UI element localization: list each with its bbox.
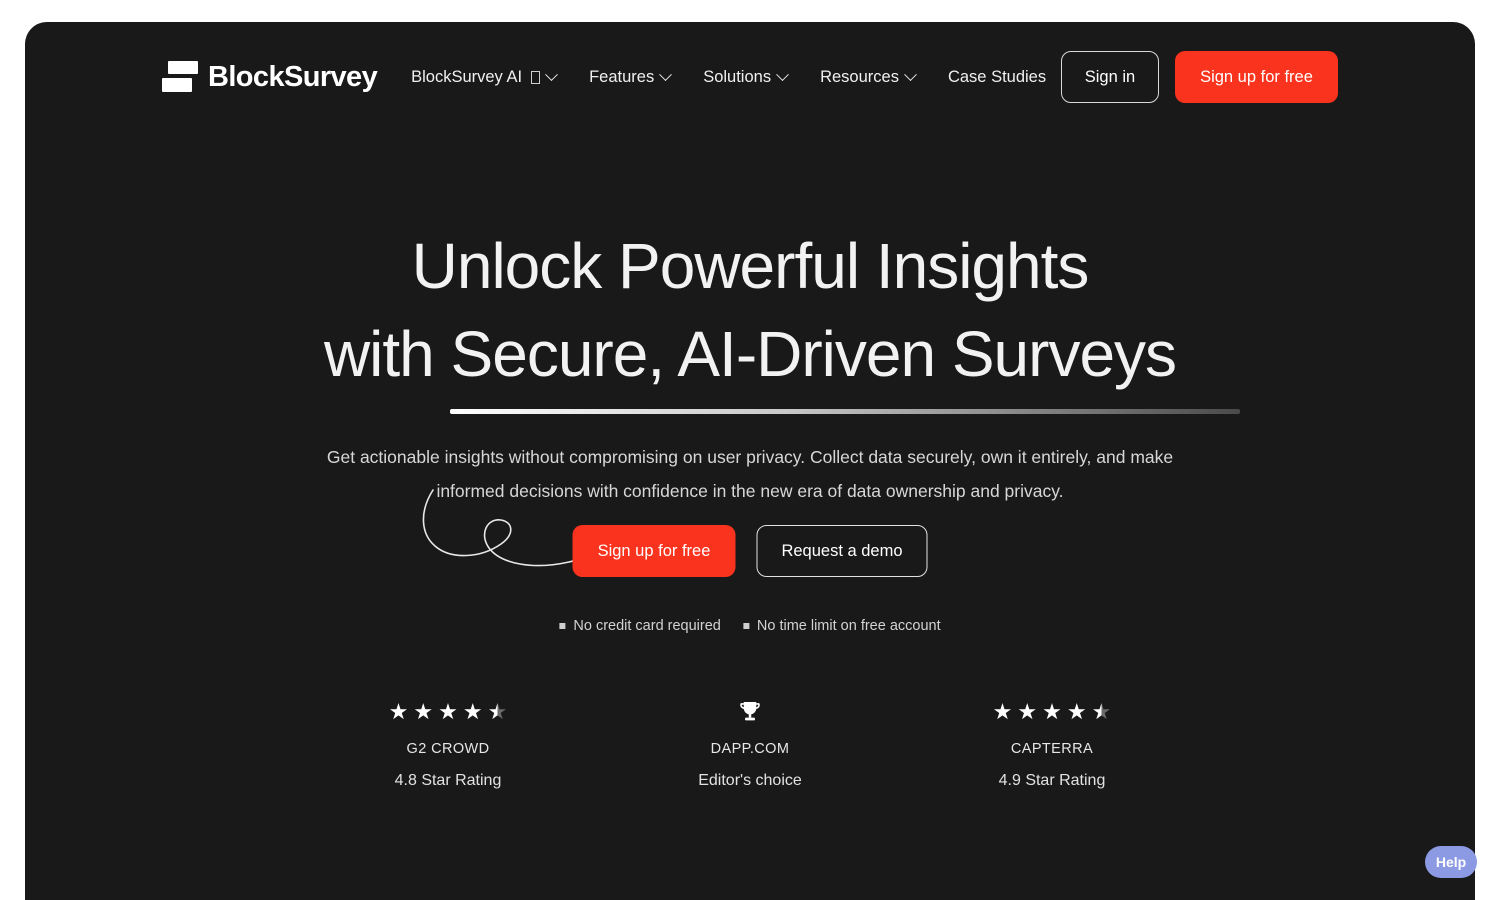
nav-item-blocksurvey-ai[interactable]: BlockSurvey AI	[411, 67, 558, 87]
rating-source-name: DAPP.COM	[710, 741, 790, 757]
sign-in-button[interactable]: Sign in	[1061, 51, 1159, 103]
headline-line-2-prefix: with	[323, 318, 451, 390]
rating-detail: 4.9 Star Rating	[998, 772, 1106, 789]
hero-feature-list: No credit card required No time limit on…	[559, 618, 941, 634]
page-root: BlockSurvey BlockSurvey AI Features Solu…	[0, 0, 1500, 900]
star-icon: ★	[462, 699, 483, 724]
rating-source-name: G2 CROWD	[406, 741, 490, 757]
rating-card-capterra: ★ ★ ★ ★ ★ CAPTERRA 4.9 Star Rating	[952, 697, 1152, 790]
page-title: Unlock Powerful Insights with Secure, AI…	[25, 222, 1475, 414]
feature-no-credit-card: No credit card required	[559, 618, 721, 634]
ratings-row: ★ ★ ★ ★ ★ G2 CROWD 4.8 Star Rating DAPP.…	[348, 697, 1152, 790]
hero-cta-row: Sign up for free Request a demo	[572, 525, 928, 577]
feature-no-time-limit: No time limit on free account	[742, 618, 941, 634]
trophy-icon	[740, 702, 760, 721]
feature-label: No time limit on free account	[756, 618, 941, 634]
main-navigation: BlockSurvey AI Features Solutions Resour…	[411, 68, 1046, 87]
star-icon: ★	[413, 699, 434, 724]
hero-subtitle: Get actionable insights without compromi…	[300, 440, 1200, 508]
square-bullet-icon	[742, 623, 749, 629]
chevron-down-icon	[545, 67, 558, 81]
nav-item-resources[interactable]: Resources	[820, 67, 917, 87]
headline-line-2-highlight: Secure, AI-Driven Surveys	[449, 310, 1240, 414]
half-star-icon: ★	[487, 699, 508, 724]
star-icon: ★	[438, 699, 458, 724]
nav-label: Features	[589, 67, 655, 86]
subtitle-line-1: Get actionable insights without compromi…	[326, 447, 1092, 467]
nav-label: BlockSurvey AI	[411, 67, 523, 86]
gradient-underline	[449, 409, 1240, 414]
star-icon: ★	[1017, 699, 1038, 724]
headline-line-1: Unlock Powerful Insights	[411, 230, 1090, 302]
request-demo-button[interactable]: Request a demo	[756, 525, 928, 577]
rating-card-dapp-com: DAPP.COM Editor's choice	[650, 697, 850, 790]
headline-highlight-text: Secure, AI-Driven Surveys	[450, 318, 1177, 390]
nav-item-solutions[interactable]: Solutions	[703, 67, 789, 87]
brand-logo[interactable]: BlockSurvey	[162, 60, 378, 94]
half-star-icon: ★	[1091, 699, 1112, 724]
nav-item-features[interactable]: Features	[589, 67, 673, 87]
feature-label: No credit card required	[573, 618, 721, 634]
star-icon: ★	[1066, 699, 1087, 724]
chevron-down-icon	[904, 67, 917, 81]
nav-label: Solutions	[703, 67, 772, 86]
header-actions: Sign in Sign up for free	[1061, 51, 1475, 103]
site-header: BlockSurvey BlockSurvey AI Features Solu…	[25, 22, 1475, 132]
help-widget-button[interactable]: Help	[1425, 846, 1477, 878]
hero-sign-up-button[interactable]: Sign up for free	[572, 525, 736, 577]
square-bullet-icon	[559, 623, 566, 629]
brand-name: BlockSurvey	[208, 60, 378, 93]
star-icon: ★	[388, 699, 409, 724]
rating-detail: 4.8 Star Rating	[394, 772, 502, 789]
star-rating-icons: ★ ★ ★ ★ ★	[993, 697, 1112, 727]
trophy-icon-wrap	[735, 697, 765, 727]
rating-card-g2-crowd: ★ ★ ★ ★ ★ G2 CROWD 4.8 Star Rating	[348, 697, 548, 790]
star-icon: ★	[1042, 699, 1062, 724]
star-rating-icons: ★ ★ ★ ★ ★	[389, 697, 508, 727]
dark-hero-panel: BlockSurvey BlockSurvey AI Features Solu…	[25, 22, 1475, 900]
rating-source-name: CAPTERRA	[1010, 741, 1094, 757]
nav-item-case-studies[interactable]: Case Studies	[948, 68, 1046, 87]
header-sign-up-button[interactable]: Sign up for free	[1175, 51, 1338, 103]
chevron-down-icon	[776, 67, 789, 81]
nav-label: Case Studies	[947, 67, 1047, 86]
sparkle-glyph-icon	[531, 70, 541, 84]
chevron-down-icon	[659, 67, 673, 81]
blocksurvey-logo-icon	[162, 60, 198, 94]
star-icon: ★	[992, 699, 1013, 724]
nav-label: Resources	[820, 67, 899, 86]
rating-detail: Editor's choice	[698, 772, 802, 789]
